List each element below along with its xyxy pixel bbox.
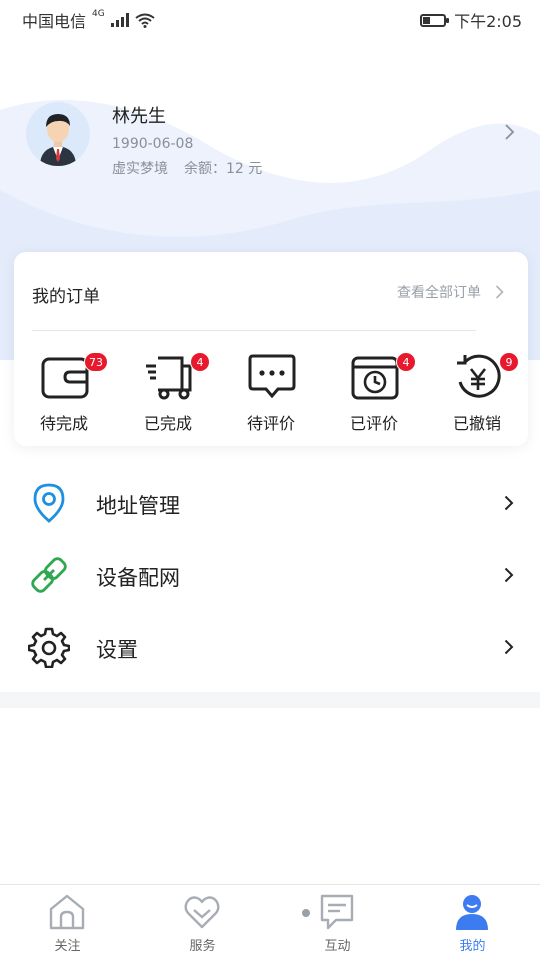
order-cancelled-label: 已撤销 xyxy=(452,414,501,433)
nav-follow-label: 关注 xyxy=(54,939,81,954)
order-status-row: 73 待完成 4 已完成 待评价 4 已评价 9 已撤销 xyxy=(14,352,528,438)
order-to-review-label: 待评价 xyxy=(246,414,295,433)
menu-item-settings-label: 设置 xyxy=(96,638,138,662)
profile-name: 林先生 xyxy=(112,106,166,127)
order-reviewed-label: 已评价 xyxy=(349,414,398,433)
nav-service[interactable]: 服务 xyxy=(135,885,270,960)
menu-item-settings[interactable]: 设置 xyxy=(0,612,540,682)
profile-header[interactable]: 林先生 1990-06-08 虚实梦境 余额：12 元 xyxy=(22,98,522,188)
badge-cancelled: 9 xyxy=(499,352,519,372)
calendar-clock-icon xyxy=(351,356,399,400)
battery-icon xyxy=(420,13,450,27)
delivery-truck-icon xyxy=(146,356,192,400)
avatar[interactable] xyxy=(26,102,90,166)
wallet-icon xyxy=(41,357,89,399)
gear-icon xyxy=(28,627,70,668)
wifi-icon xyxy=(135,13,155,28)
location-pin-icon xyxy=(33,483,65,523)
profile-balance: 余额：12 元 xyxy=(184,161,263,177)
order-completed[interactable]: 4 已完成 xyxy=(128,352,210,438)
menu-item-address-label: 地址管理 xyxy=(96,494,180,518)
menu-item-device-network[interactable]: 设备配网 xyxy=(0,540,540,610)
network-type: 4G xyxy=(92,9,105,19)
order-completed-label: 已完成 xyxy=(143,414,192,433)
chevron-right-icon xyxy=(505,124,515,140)
view-all-orders-link[interactable]: 查看全部订单 xyxy=(397,282,504,302)
avatar-person-icon xyxy=(40,114,76,166)
status-bar: 中国电信 4G 下午2:05 xyxy=(0,0,540,36)
message-icon xyxy=(320,894,354,930)
orders-title: 我的订单 xyxy=(32,287,100,307)
order-to-review[interactable]: 待评价 xyxy=(231,352,311,438)
profile-nickname: 虚实梦境 xyxy=(112,161,168,177)
user-icon xyxy=(456,895,488,930)
order-pending-label: 待完成 xyxy=(39,414,88,433)
menu-item-device-network-label: 设备配网 xyxy=(96,566,180,590)
status-left: 中国电信 4G xyxy=(22,8,155,32)
nav-mine-label: 我的 xyxy=(459,939,486,954)
status-right: 下午2:05 xyxy=(420,8,522,32)
nav-service-label: 服务 xyxy=(189,939,216,954)
order-cancelled[interactable]: 9 已撤销 xyxy=(437,352,519,438)
badge-pending: 73 xyxy=(84,352,108,372)
chevron-right-icon xyxy=(495,285,504,299)
bottom-nav: 关注 服务 互动 我的 xyxy=(0,884,540,960)
chevron-right-icon xyxy=(504,495,514,511)
signal-icon xyxy=(110,13,129,27)
profile-meta: 虚实梦境 余额：12 元 xyxy=(112,158,262,178)
nav-interact-label: 互动 xyxy=(324,939,351,954)
link-icon xyxy=(31,557,67,593)
profile-birthday: 1990-06-08 xyxy=(112,136,194,152)
order-pending[interactable]: 73 待完成 xyxy=(24,352,108,438)
chevron-right-icon xyxy=(504,639,514,655)
nav-follow[interactable]: 关注 xyxy=(0,885,135,960)
chevron-right-icon xyxy=(504,567,514,583)
section-divider xyxy=(0,692,540,708)
nav-interact[interactable]: 互动 xyxy=(270,885,405,960)
order-reviewed[interactable]: 4 已评价 xyxy=(334,352,416,438)
chat-bubble-icon xyxy=(248,354,296,399)
carrier-label: 中国电信 xyxy=(22,12,87,31)
orders-card: 我的订单 查看全部订单 73 待完成 4 已完成 待评价 4 已评价 9 已撤销 xyxy=(14,252,528,446)
yen-refund-icon xyxy=(457,354,501,398)
home-icon xyxy=(49,894,85,930)
view-all-label: 查看全部订单 xyxy=(397,285,481,301)
clock: 下午2:05 xyxy=(454,12,522,31)
badge-reviewed: 4 xyxy=(396,352,416,372)
badge-completed: 4 xyxy=(190,352,210,372)
unread-dot xyxy=(302,909,310,917)
heart-icon xyxy=(184,896,220,929)
nav-mine[interactable]: 我的 xyxy=(405,885,540,960)
menu-item-address[interactable]: 地址管理 xyxy=(0,468,540,538)
card-divider xyxy=(32,330,476,331)
